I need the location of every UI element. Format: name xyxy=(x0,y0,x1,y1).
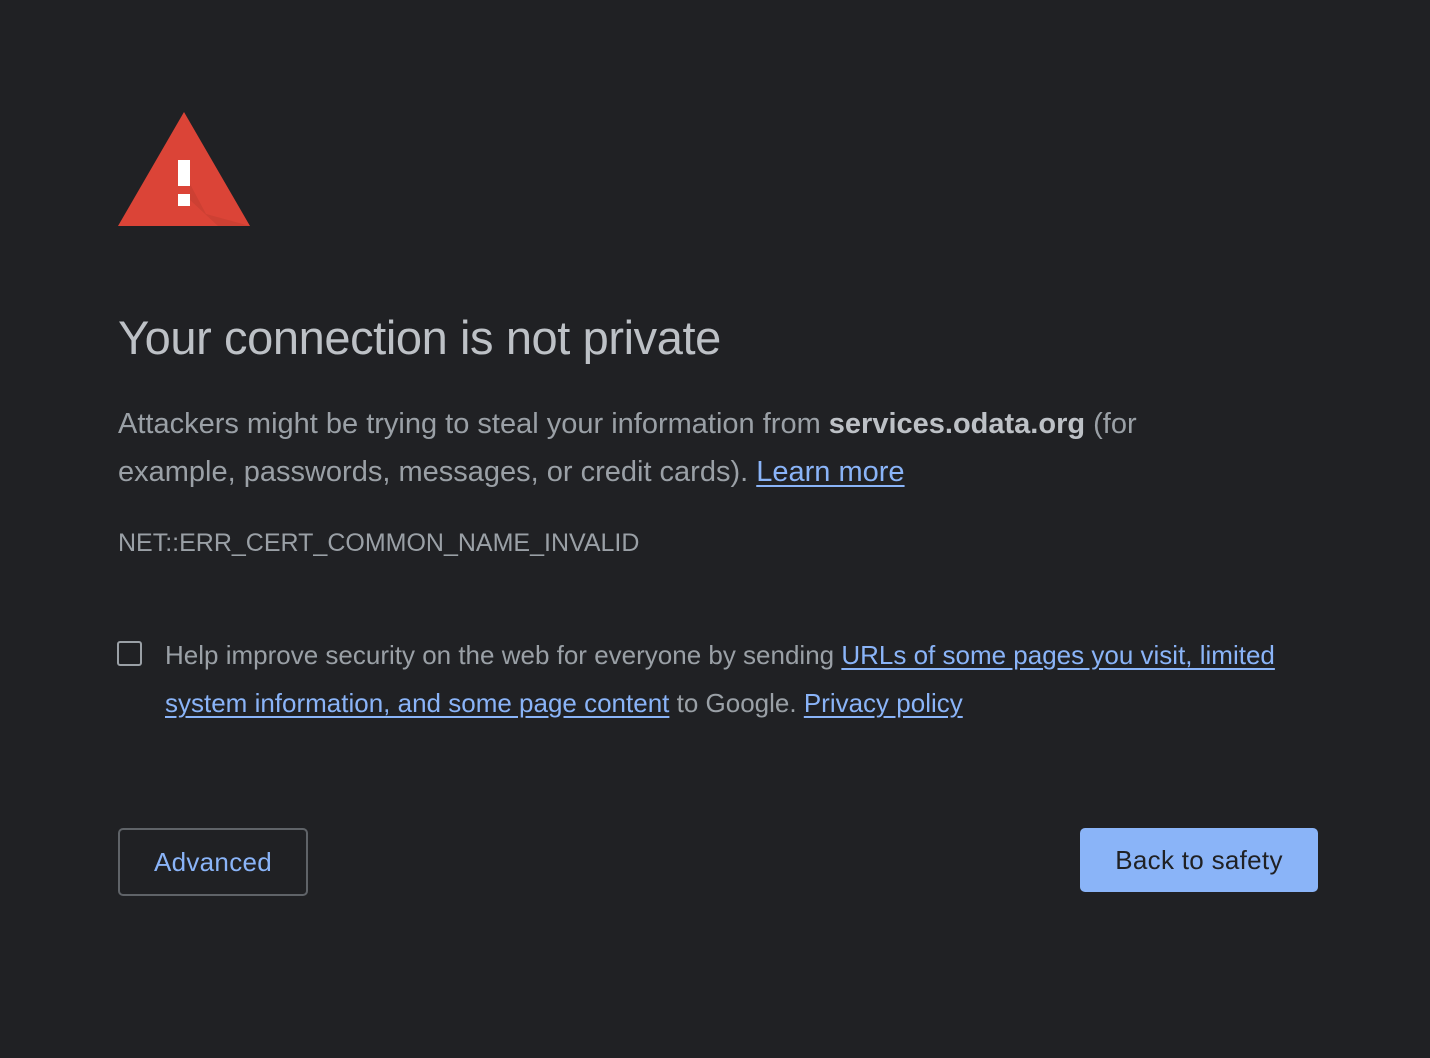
warning-triangle-icon xyxy=(118,112,250,226)
optin-text-middle: to Google. xyxy=(669,688,804,718)
advanced-button[interactable]: Advanced xyxy=(118,828,308,896)
message-text: Attackers might be trying to steal your … xyxy=(118,408,829,440)
main-message: Attackers might be trying to steal your … xyxy=(118,400,1258,496)
host-name: services.odata.org xyxy=(828,408,1086,440)
security-optin-label: Help improve security on the web for eve… xyxy=(165,631,1275,727)
security-optin-checkbox[interactable] xyxy=(117,641,142,666)
page-title: Your connection is not private xyxy=(118,311,721,364)
learn-more-link[interactable]: Learn more xyxy=(756,456,904,488)
error-code: NET::ERR_CERT_COMMON_NAME_INVALID xyxy=(118,529,640,557)
optin-text: Help improve security on the web for eve… xyxy=(165,640,842,670)
back-to-safety-button[interactable]: Back to safety xyxy=(1080,828,1318,892)
privacy-policy-link[interactable]: Privacy policy xyxy=(804,688,963,718)
